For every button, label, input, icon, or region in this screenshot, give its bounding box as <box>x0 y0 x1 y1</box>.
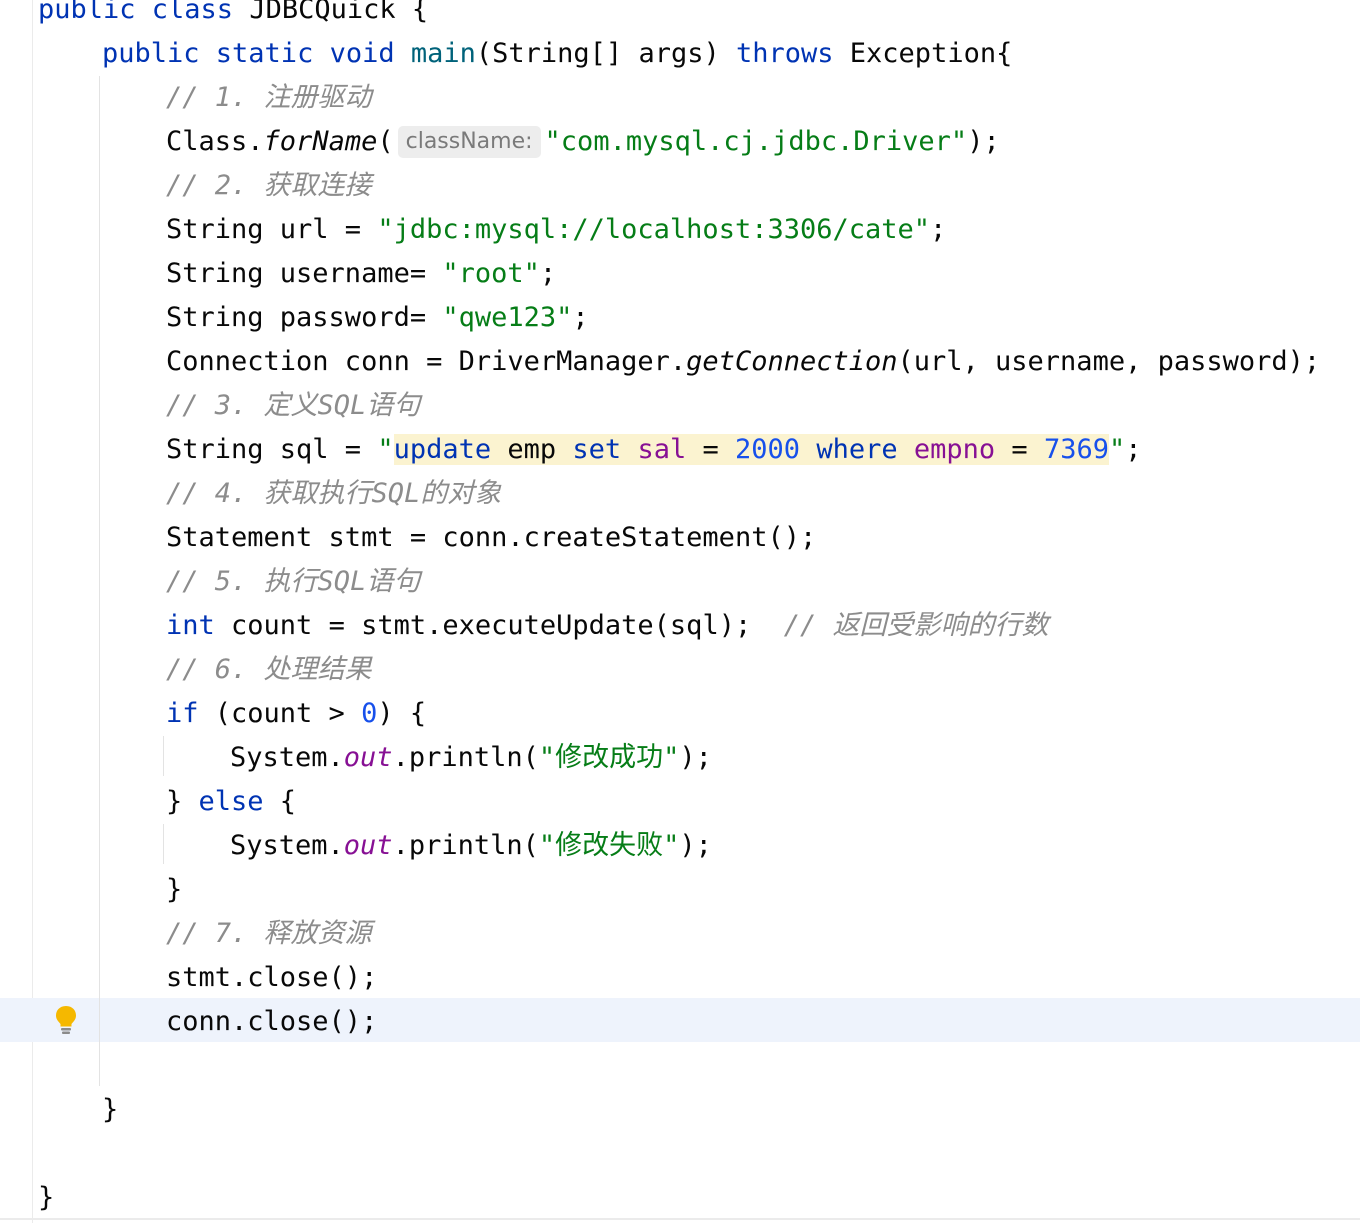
lightbulb-icon[interactable] <box>53 1004 79 1036</box>
code-text: { <box>263 786 297 817</box>
code-line[interactable]: Class.forName(className: "com.mysql.cj.jd… <box>166 120 1000 164</box>
code-comment[interactable]: // 5. 执行SQL语句 <box>166 560 420 604</box>
string-literal: "root" <box>442 258 540 289</box>
number-literal: 0 <box>361 698 378 729</box>
code-text: String sql = <box>166 434 378 465</box>
code-text: Exception{ <box>833 38 1013 69</box>
code-line-current[interactable]: conn.close(); <box>166 1000 377 1044</box>
code-text: String url = <box>166 214 378 245</box>
code-line[interactable]: String password= "qwe123"; <box>166 296 589 340</box>
code-text: } <box>166 786 199 817</box>
code-text: Connection conn = DriverManager. <box>166 346 687 377</box>
code-line[interactable]: String url = "jdbc:mysql://localhost:330… <box>166 208 946 252</box>
keyword: public class <box>38 0 234 25</box>
code-text: ); <box>679 830 712 861</box>
keyword: public static void <box>102 38 395 69</box>
code-line[interactable]: stmt.close(); <box>166 956 377 1000</box>
code-line[interactable]: if (count > 0) { <box>166 692 426 736</box>
code-text: Class. <box>166 126 264 157</box>
method-name: forName <box>263 126 378 157</box>
code-text: (String[] args) <box>475 38 736 69</box>
code-text: String username= <box>166 258 443 289</box>
code-line[interactable]: String sql = "update emp set sal = 2000 … <box>166 428 1142 472</box>
code-text: .println( <box>392 830 539 861</box>
code-text: System. <box>230 742 344 773</box>
code-line[interactable]: public static void main(String[] args) t… <box>102 32 1012 76</box>
code-text: (url, username, password); <box>897 346 1321 377</box>
code-text: ; <box>572 302 589 333</box>
sql-keyword: where <box>816 434 898 465</box>
code-line[interactable]: } <box>166 868 182 912</box>
code-line[interactable]: Statement stmt = conn.createStatement(); <box>166 516 816 560</box>
sql-number: 2000 <box>735 434 801 465</box>
code-comment[interactable]: // 7. 释放资源 <box>166 912 372 956</box>
code-text: (count > <box>198 698 362 729</box>
code-text: ( <box>377 126 394 157</box>
code-text: ; <box>539 258 557 289</box>
code-text: System. <box>230 830 344 861</box>
parameter-hint: className: <box>397 126 541 158</box>
static-field: out <box>343 830 393 861</box>
indent-guide <box>163 736 164 776</box>
code-comment: // 返回受影响的行数 <box>783 610 1049 641</box>
indent-guide <box>163 824 164 864</box>
sql-text: = <box>995 434 1044 465</box>
string-literal: "修改失败" <box>538 830 680 861</box>
code-text: ; <box>1125 434 1142 465</box>
string-literal: "qwe123" <box>442 302 573 333</box>
code-comment[interactable]: // 1. 注册驱动 <box>166 76 372 120</box>
keyword: else <box>198 786 264 817</box>
editor-bottom-border <box>0 1218 1360 1220</box>
code-comment[interactable]: // 4. 获取执行SQL的对象 <box>166 472 501 516</box>
code-line[interactable]: Connection conn = DriverManager.getConne… <box>166 340 1320 384</box>
code-line[interactable]: String username= "root"; <box>166 252 556 296</box>
method-name: getConnection <box>686 346 898 377</box>
code-line[interactable]: } <box>102 1088 118 1132</box>
keyword: if <box>166 698 199 729</box>
sql-text: emp <box>491 434 573 465</box>
code-line[interactable]: } <box>38 1176 54 1220</box>
code-line[interactable]: } else { <box>166 780 296 824</box>
sql-text: = <box>686 434 736 465</box>
string-literal: "com.mysql.cj.jdbc.Driver" <box>544 126 968 157</box>
method-name: main <box>394 38 476 69</box>
sql-column: empno <box>913 434 996 465</box>
sql-number: 7369 <box>1043 434 1109 465</box>
code-text: ); <box>967 126 1000 157</box>
keyword: int <box>166 610 215 641</box>
sql-column: sal <box>637 434 687 465</box>
keyword: throws <box>735 38 834 69</box>
code-comment[interactable]: // 6. 处理结果 <box>166 648 372 692</box>
sql-keyword: set <box>572 434 622 465</box>
code-line[interactable]: System.out.println("修改失败"); <box>230 824 712 868</box>
code-text: String password= <box>166 302 443 333</box>
code-comment[interactable]: // 2. 获取连接 <box>166 164 372 208</box>
indent-guide <box>99 76 100 1086</box>
code-line[interactable]: System.out.println("修改成功"); <box>230 736 712 780</box>
class-name: JDBCQuick { <box>233 0 429 25</box>
code-text: count = stmt.executeUpdate(sql); <box>214 610 784 641</box>
sql-keyword: update <box>393 434 492 465</box>
code-editor[interactable]: public class JDBCQuick { public static v… <box>0 0 1360 1223</box>
string-literal: "jdbc:mysql://localhost:3306/cate" <box>377 214 931 245</box>
code-text: Statement stmt = conn.createStatement(); <box>166 522 817 553</box>
code-text: .println( <box>392 742 539 773</box>
code-line[interactable]: int count = stmt.executeUpdate(sql); // … <box>166 604 1049 648</box>
code-comment[interactable]: // 3. 定义SQL语句 <box>166 384 420 428</box>
static-field: out <box>343 742 393 773</box>
sql-injection-highlight: update emp set sal = 2000 where empno = … <box>393 434 1109 465</box>
code-text: ) { <box>377 698 427 729</box>
string-quote: " <box>1108 434 1126 465</box>
code-text: ); <box>679 742 712 773</box>
code-text: ; <box>930 214 947 245</box>
string-literal: "修改成功" <box>538 742 680 773</box>
code-line[interactable]: public class JDBCQuick { <box>38 0 428 32</box>
string-quote: " <box>377 434 394 465</box>
